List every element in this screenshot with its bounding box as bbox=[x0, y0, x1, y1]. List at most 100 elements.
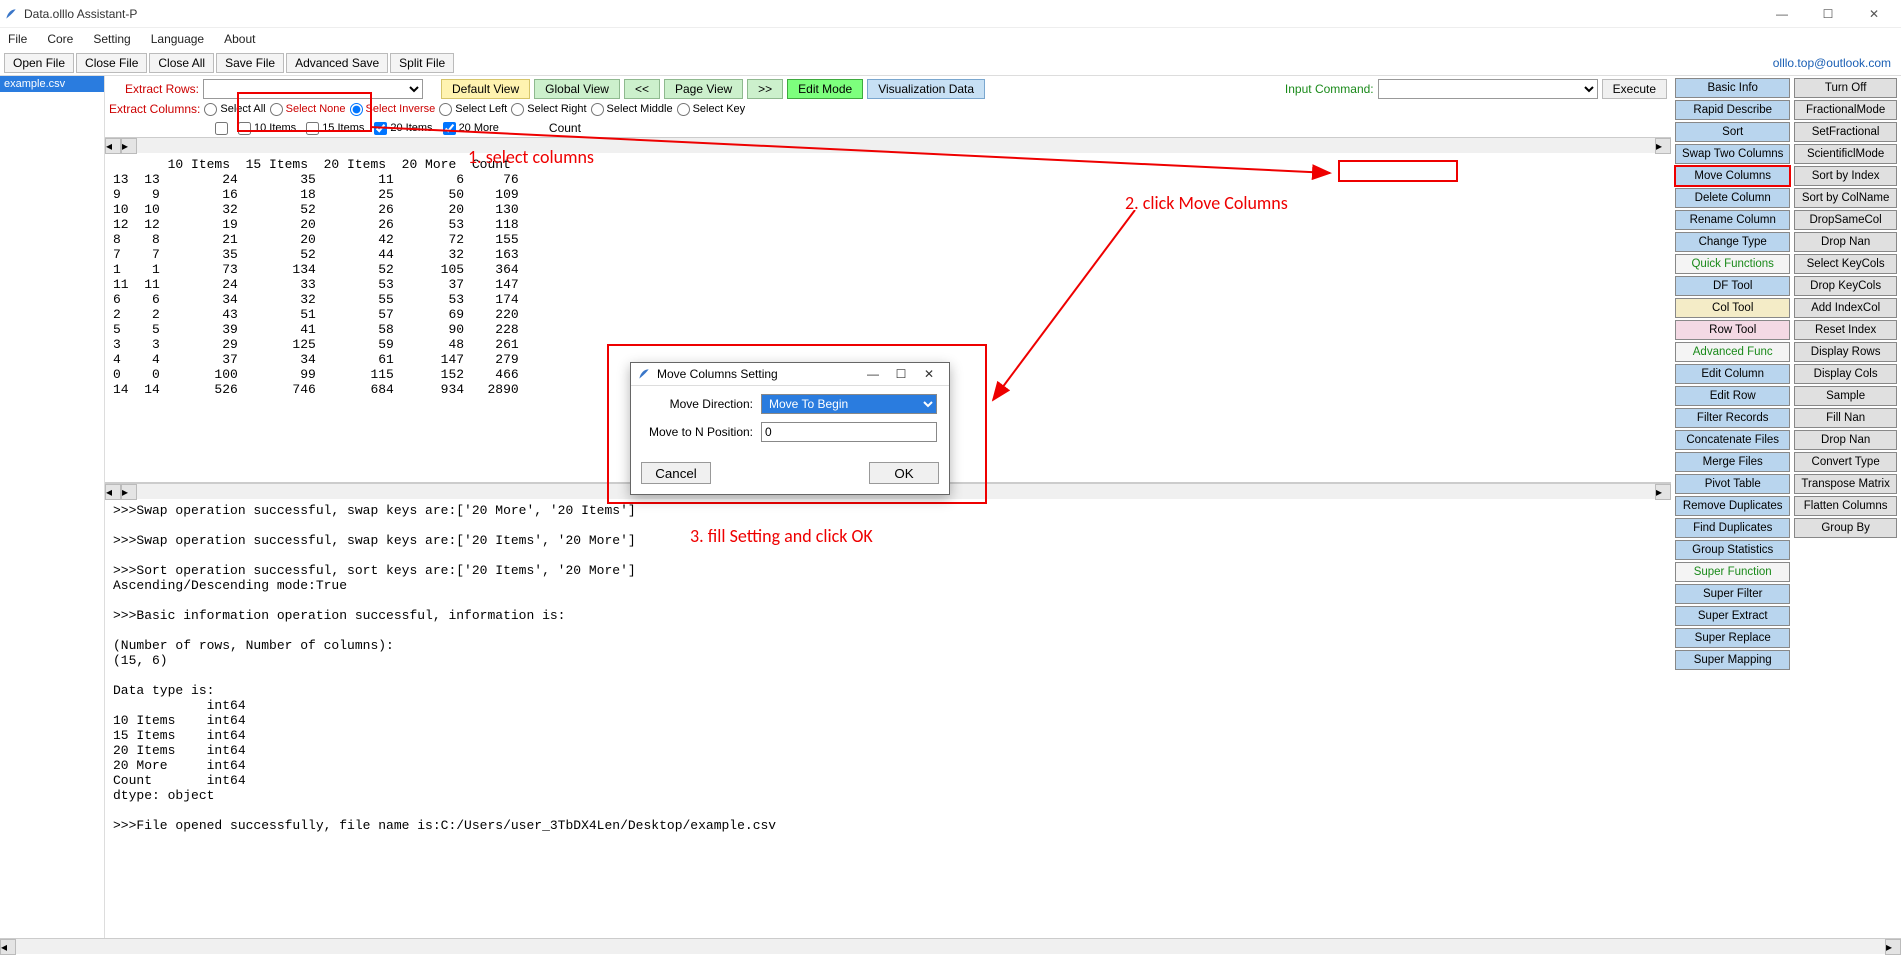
contact-email[interactable]: olllo.top@outlook.com bbox=[1773, 56, 1897, 70]
fill-nan-button[interactable]: Fill Nan bbox=[1794, 408, 1896, 428]
display-cols-button[interactable]: Display Cols bbox=[1794, 364, 1896, 384]
split-file-button[interactable]: Split File bbox=[390, 53, 454, 73]
extract-columns-row: Extract Columns: Select All Select None … bbox=[105, 102, 1671, 119]
window-minimize-button[interactable]: — bbox=[1759, 0, 1805, 28]
basic-info-button[interactable]: Basic Info bbox=[1675, 78, 1790, 98]
col-20items-checkbox[interactable]: 20 Items bbox=[374, 122, 432, 135]
flatten-columns-button[interactable]: Flatten Columns bbox=[1794, 496, 1896, 516]
dialog-close-button[interactable]: ✕ bbox=[915, 367, 943, 381]
next-page-button[interactable]: >> bbox=[747, 79, 783, 99]
remove-duplicates-button[interactable]: Remove Duplicates bbox=[1675, 496, 1790, 516]
super-mapping-button[interactable]: Super Mapping bbox=[1675, 650, 1790, 670]
menu-file[interactable]: File bbox=[4, 32, 31, 46]
menu-about[interactable]: About bbox=[220, 32, 259, 46]
col-scrollbar[interactable]: ◂ ▸ ▸ bbox=[105, 137, 1671, 153]
dialog-maximize-button[interactable]: ☐ bbox=[887, 367, 915, 381]
input-command-combo[interactable] bbox=[1378, 79, 1598, 99]
col-tool-button[interactable]: Col Tool bbox=[1675, 298, 1790, 318]
filter-records-button[interactable]: Filter Records bbox=[1675, 408, 1790, 428]
edit-column-button[interactable]: Edit Column bbox=[1675, 364, 1790, 384]
super-extract-button[interactable]: Super Extract bbox=[1675, 606, 1790, 626]
scientific-mode-button[interactable]: ScientificlMode bbox=[1794, 144, 1896, 164]
menu-language[interactable]: Language bbox=[147, 32, 208, 46]
blank-col-checkbox[interactable] bbox=[215, 122, 228, 135]
execute-button[interactable]: Execute bbox=[1602, 79, 1667, 99]
edit-row-button[interactable]: Edit Row bbox=[1675, 386, 1790, 406]
super-filter-button[interactable]: Super Filter bbox=[1675, 584, 1790, 604]
window-maximize-button[interactable]: ☐ bbox=[1805, 0, 1851, 28]
select-middle-radio[interactable]: Select Middle bbox=[591, 103, 673, 116]
select-none-radio[interactable]: Select None bbox=[270, 103, 346, 116]
pivot-table-button[interactable]: Pivot Table bbox=[1675, 474, 1790, 494]
menu-core[interactable]: Core bbox=[43, 32, 77, 46]
set-fractional-button[interactable]: SetFractional bbox=[1794, 122, 1896, 142]
display-rows-button[interactable]: Display Rows bbox=[1794, 342, 1896, 362]
menu-setting[interactable]: Setting bbox=[89, 32, 134, 46]
edit-mode-button[interactable]: Edit Mode bbox=[787, 79, 863, 99]
dialog-ok-button[interactable]: OK bbox=[869, 462, 939, 484]
page-view-button[interactable]: Page View bbox=[664, 79, 743, 99]
swap-columns-button[interactable]: Swap Two Columns bbox=[1675, 144, 1790, 164]
select-keycols-button[interactable]: Select KeyCols bbox=[1794, 254, 1896, 274]
sample-button[interactable]: Sample bbox=[1794, 386, 1896, 406]
rename-column-button[interactable]: Rename Column bbox=[1675, 210, 1790, 230]
file-toolbar: Open File Close File Close All Save File… bbox=[0, 50, 1901, 76]
dialog-minimize-button[interactable]: — bbox=[859, 367, 887, 381]
reset-index-button[interactable]: Reset Index bbox=[1794, 320, 1896, 340]
dialog-cancel-button[interactable]: Cancel bbox=[641, 462, 711, 484]
group-by-button[interactable]: Group By bbox=[1794, 518, 1896, 538]
advanced-func-header: Advanced Func bbox=[1675, 342, 1790, 362]
visualization-button[interactable]: Visualization Data bbox=[867, 79, 985, 99]
column-checkbox-row: 10 Items 15 Items 20 Items 20 More Count bbox=[105, 119, 1671, 137]
default-view-button[interactable]: Default View bbox=[441, 79, 530, 99]
save-file-button[interactable]: Save File bbox=[216, 53, 284, 73]
drop-same-col-button[interactable]: DropSameCol bbox=[1794, 210, 1896, 230]
delete-column-button[interactable]: Delete Column bbox=[1675, 188, 1790, 208]
add-indexcol-button[interactable]: Add IndexCol bbox=[1794, 298, 1896, 318]
turn-off-button[interactable]: Turn Off bbox=[1794, 78, 1896, 98]
open-file-button[interactable]: Open File bbox=[4, 53, 74, 73]
sort-button[interactable]: Sort bbox=[1675, 122, 1790, 142]
col-15items-checkbox[interactable]: 15 Items bbox=[306, 122, 364, 135]
extract-rows-combo[interactable] bbox=[203, 79, 423, 99]
sort-by-colname-button[interactable]: Sort by ColName bbox=[1794, 188, 1896, 208]
global-view-button[interactable]: Global View bbox=[534, 79, 620, 99]
log-output[interactable]: >>>Swap operation successful, swap keys … bbox=[105, 499, 1671, 938]
merge-files-button[interactable]: Merge Files bbox=[1675, 452, 1790, 472]
row-tool-button[interactable]: Row Tool bbox=[1675, 320, 1790, 340]
file-tab-example[interactable]: example.csv bbox=[0, 76, 104, 92]
drop-keycols-button[interactable]: Drop KeyCols bbox=[1794, 276, 1896, 296]
window-close-button[interactable]: ✕ bbox=[1851, 0, 1897, 28]
move-direction-label: Move Direction: bbox=[643, 397, 753, 411]
select-left-radio[interactable]: Select Left bbox=[439, 103, 507, 116]
close-file-button[interactable]: Close File bbox=[76, 53, 147, 73]
move-position-input[interactable] bbox=[761, 422, 937, 442]
col-20more-checkbox[interactable]: 20 More bbox=[443, 122, 499, 135]
super-replace-button[interactable]: Super Replace bbox=[1675, 628, 1790, 648]
group-statistics-button[interactable]: Group Statistics bbox=[1675, 540, 1790, 560]
drop-nan2-button[interactable]: Drop Nan bbox=[1794, 430, 1896, 450]
select-all-radio[interactable]: Select All bbox=[204, 103, 265, 116]
rapid-describe-button[interactable]: Rapid Describe bbox=[1675, 100, 1790, 120]
col-10items-checkbox[interactable]: 10 Items bbox=[238, 122, 296, 135]
close-all-button[interactable]: Close All bbox=[149, 53, 214, 73]
concatenate-files-button[interactable]: Concatenate Files bbox=[1675, 430, 1790, 450]
df-tool-button[interactable]: DF Tool bbox=[1675, 276, 1790, 296]
drop-nan-button[interactable]: Drop Nan bbox=[1794, 232, 1896, 252]
convert-type-button[interactable]: Convert Type bbox=[1794, 452, 1896, 472]
transpose-matrix-button[interactable]: Transpose Matrix bbox=[1794, 474, 1896, 494]
fractional-mode-button[interactable]: FractionalMode bbox=[1794, 100, 1896, 120]
prev-page-button[interactable]: << bbox=[624, 79, 660, 99]
change-type-button[interactable]: Change Type bbox=[1675, 232, 1790, 252]
sort-by-index-button[interactable]: Sort by Index bbox=[1794, 166, 1896, 186]
window-bottom-scrollbar[interactable]: ◂ ▸ bbox=[0, 938, 1901, 954]
select-key-radio[interactable]: Select Key bbox=[677, 103, 746, 116]
advanced-save-button[interactable]: Advanced Save bbox=[286, 53, 388, 73]
select-right-radio[interactable]: Select Right bbox=[511, 103, 586, 116]
move-direction-select[interactable]: Move To Begin bbox=[761, 394, 937, 414]
find-duplicates-button[interactable]: Find Duplicates bbox=[1675, 518, 1790, 538]
select-inverse-radio[interactable]: Select Inverse bbox=[350, 103, 436, 116]
input-command-label: Input Command: bbox=[1285, 82, 1374, 96]
move-columns-button[interactable]: Move Columns bbox=[1675, 166, 1790, 186]
dialog-title: Move Columns Setting bbox=[657, 367, 778, 381]
